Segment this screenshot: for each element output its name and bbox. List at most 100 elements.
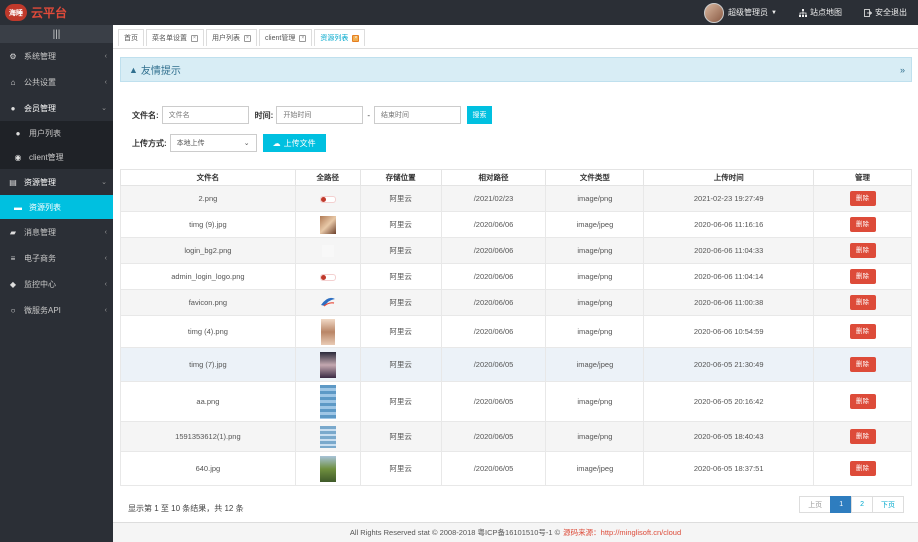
table-row: login_bg2.png 阿里云 /2020/06/06 image/png … (120, 237, 912, 264)
close-icon[interactable]: × (244, 34, 251, 42)
tab-user-list[interactable]: 用户列表 × (206, 29, 257, 46)
cell-thumbnail[interactable] (294, 211, 361, 238)
delete-button[interactable]: 删除 (849, 295, 876, 310)
chevron-left-icon: ‹ (104, 52, 107, 60)
brand-logo[interactable]: 海睡 云平台 (0, 0, 113, 25)
column-header: 存储位置 (359, 169, 442, 186)
delete-button[interactable]: 删除 (849, 324, 876, 339)
cell-filename: 2.png (120, 185, 296, 212)
close-icon[interactable]: × (299, 34, 307, 42)
delete-button[interactable]: 删除 (849, 429, 876, 444)
page-1-button[interactable]: 1 (830, 496, 853, 513)
cell-time: 2020-06-05 20:16:42 (643, 381, 815, 422)
delete-button[interactable]: 删除 (849, 191, 876, 206)
cell-thumbnail[interactable] (294, 381, 361, 422)
end-time-input[interactable] (374, 106, 462, 124)
thumbnail-image (319, 425, 336, 448)
cell-path: /2020/06/06 (440, 211, 547, 238)
cell-filename: 640.jpg (120, 451, 296, 486)
sidebar-item-user-list[interactable]: ● 用户列表 (0, 121, 113, 145)
chevron-down-icon: ⌄ (101, 105, 107, 112)
sidebar-item-resources[interactable]: ▤ 资源管理 ⌄ (0, 169, 113, 195)
tab-resource-list[interactable]: 资源列表 × (314, 29, 366, 46)
table-header-row: 文件名 全路径 存储位置 相对路径 文件类型 上传时间 管理 (120, 169, 912, 186)
gear-icon: ⚙ (9, 51, 17, 61)
next-page-button[interactable]: 下页 (872, 496, 904, 513)
upload-file-button[interactable]: ☁ 上传文件 (262, 134, 326, 152)
logout-link[interactable]: 安全退出 (853, 0, 918, 25)
cell-storage: 阿里云 (359, 185, 442, 212)
delete-button[interactable]: 删除 (849, 461, 876, 476)
tab-home[interactable]: 首页 (118, 29, 144, 46)
upload-method-select[interactable]: 本地上传 ⌄ (169, 134, 257, 152)
tab-client[interactable]: client管理 × (259, 29, 313, 46)
cell-path: /2020/06/05 (440, 421, 547, 452)
folder-icon: ▤ (9, 177, 17, 187)
cell-filename: timg (7).jpg (120, 347, 296, 382)
cell-filename: aa.png (120, 381, 296, 422)
delete-button[interactable]: 删除 (849, 217, 876, 232)
delete-button[interactable]: 删除 (849, 394, 876, 409)
cell-type: image/png (545, 315, 645, 348)
circle-icon: ○ (10, 305, 16, 315)
sidebar-item-monitor[interactable]: ◆ 监控中心 ‹ (0, 271, 113, 297)
tip-panel[interactable]: ▲ 友情提示 » (120, 57, 912, 82)
cell-path: /2020/06/06 (440, 237, 547, 264)
double-chevron-down-icon[interactable]: » (900, 65, 905, 75)
close-icon[interactable]: × (352, 34, 360, 42)
search-button[interactable]: 搜索 (467, 106, 493, 124)
prev-page-button[interactable]: 上页 (799, 496, 832, 513)
page-2-button[interactable]: 2 (851, 496, 873, 513)
pagination: 上页 1 2 下页 (799, 496, 904, 513)
cell-thumbnail[interactable] (294, 451, 361, 486)
thumbnail-image (320, 318, 335, 345)
cell-thumbnail[interactable] (294, 185, 361, 212)
copyright-text: All Rights Reserved stat © 2008-2018 粤IC… (349, 528, 561, 537)
sidebar-item-label: client管理 (29, 152, 64, 162)
cell-thumbnail[interactable] (294, 237, 361, 264)
chevron-left-icon: ‹ (104, 306, 107, 314)
cell-time: 2020-06-05 18:40:43 (643, 421, 815, 452)
sidebar-item-label: 资源列表 (29, 202, 61, 212)
sidebar-item-resource-list[interactable]: ▬ 资源列表 (0, 195, 113, 219)
cell-actions: 删除 (813, 347, 912, 382)
sliders-icon: ≡ (10, 253, 16, 263)
start-time-input[interactable] (276, 106, 364, 124)
cube-icon: ◆ (9, 279, 17, 289)
cell-time: 2020-06-06 10:54:59 (643, 315, 815, 348)
delete-button[interactable]: 删除 (849, 243, 876, 258)
cell-type: image/jpeg (545, 451, 645, 486)
sidebar-item-microservice[interactable]: ○ 微服务API ‹ (0, 297, 113, 323)
user-menu[interactable]: 超级管理员 ▼ (693, 0, 788, 25)
cell-actions: 删除 (813, 421, 912, 452)
thumbnail-image (319, 351, 336, 378)
source-link[interactable]: 源码来源：http://minglisoft.cn/cloud (563, 527, 681, 538)
delete-button[interactable]: 删除 (849, 357, 876, 372)
filename-input[interactable] (161, 106, 249, 124)
sitemap-link[interactable]: 站点地图 (788, 0, 853, 25)
column-header: 相对路径 (440, 169, 547, 186)
sidebar-item-label: 会员管理 (24, 103, 56, 113)
cell-thumbnail[interactable] (294, 289, 361, 316)
logout-label: 安全退出 (875, 8, 907, 17)
column-header: 上传时间 (643, 169, 815, 186)
cell-thumbnail[interactable] (294, 315, 361, 348)
cell-storage: 阿里云 (359, 451, 442, 486)
sidebar-item-ecommerce[interactable]: ≡ 电子商务 ‹ (0, 245, 113, 271)
sidebar-item-client[interactable]: ◉ client管理 (0, 145, 113, 169)
sidebar-item-members[interactable]: ● 会员管理 ⌄ (0, 95, 113, 121)
cell-path: /2020/06/05 (440, 347, 547, 382)
chevron-left-icon: ‹ (104, 228, 107, 236)
sidebar-item-system[interactable]: ⚙ 系统管理 ‹ (0, 43, 113, 69)
sidebar-item-public-settings[interactable]: ⌂ 公共设置 ‹ (0, 69, 113, 95)
sidebar-toggle-button[interactable]: ||| (0, 25, 113, 43)
tab-menu-settings[interactable]: 菜名单设置 × (146, 29, 204, 46)
column-header: 管理 (813, 169, 912, 186)
cell-thumbnail[interactable] (294, 347, 361, 382)
cell-thumbnail[interactable] (294, 421, 361, 452)
close-icon[interactable]: × (191, 34, 198, 42)
sidebar-item-messages[interactable]: ▰ 消息管理 ‹ (0, 219, 113, 245)
thumbnail-image (319, 455, 336, 482)
cell-thumbnail[interactable] (294, 263, 361, 290)
delete-button[interactable]: 删除 (849, 269, 876, 284)
